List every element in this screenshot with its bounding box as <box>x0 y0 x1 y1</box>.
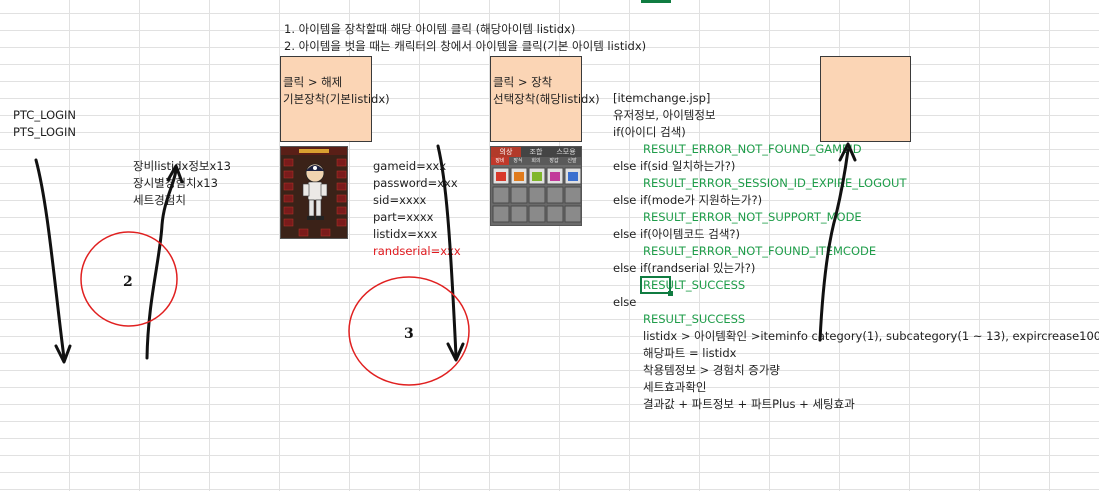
flow-result-1[interactable]: RESULT_ERROR_NOT_FOUND_GAMEID <box>643 141 862 158</box>
inventory-subtab: 회의 <box>531 158 541 164</box>
pts-login-cell[interactable]: PTS_LOGIN <box>13 124 76 141</box>
param-password[interactable]: password=xxx <box>373 175 458 192</box>
flow-else[interactable]: else <box>613 294 636 311</box>
flow-step-4[interactable]: 세트효과확인 <box>643 379 706 396</box>
character-figure-icon <box>281 147 347 238</box>
flow-result-2[interactable]: RESULT_ERROR_SESSION_ID_EXPIRE_LOGOUT <box>643 175 907 192</box>
flow-result-4[interactable]: RESULT_ERROR_NOT_FOUND_ITEMCODE <box>643 243 876 260</box>
active-cell-selection[interactable] <box>640 276 673 296</box>
inventory-tab: 스모용 <box>551 147 581 157</box>
unequip-box[interactable]: 클릭 > 해제 기본장착(기본listidx) <box>280 56 390 142</box>
inventory-slots-icon <box>491 165 581 225</box>
param-part[interactable]: part=xxxx <box>373 209 433 226</box>
info-line-3[interactable]: 세트경험치 <box>133 192 186 209</box>
inventory-tab: 의상 <box>491 147 521 157</box>
flow-user-info[interactable]: 유저정보, 아이템정보 <box>613 107 716 124</box>
flow-if-3[interactable]: else if(mode가 지원하는가?) <box>613 192 762 209</box>
inventory-tabs: 의상 조합 스모용 <box>491 147 581 157</box>
param-sid[interactable]: sid=xxxx <box>373 192 426 209</box>
flow-if-1[interactable]: if(아이디 검색) <box>613 124 686 141</box>
inventory-subtabs: 장비 장식 회의 장갑 신발 <box>491 157 581 165</box>
inventory-subtab: 장식 <box>513 158 523 164</box>
flow-step-5[interactable]: 결과값 + 파트정보 + 파트Plus + 세팅효과 <box>643 396 855 413</box>
result-box[interactable] <box>820 56 911 142</box>
param-randserial[interactable]: randserial=xxx <box>373 243 461 260</box>
flow-step-2[interactable]: 해당파트 = listidx <box>643 345 736 362</box>
flow-step-3[interactable]: 착용템정보 > 경험치 증가량 <box>643 362 780 379</box>
param-gameid[interactable]: gameid=xxx <box>373 158 446 175</box>
equip-box[interactable]: 클릭 > 장착 선택장착(해당listidx) <box>490 56 600 142</box>
equip-box-line-2: 선택장착(해당listidx) <box>493 92 600 106</box>
ptc-login-cell[interactable]: PTC_LOGIN <box>13 107 76 124</box>
inventory-subtab: 장비 <box>491 157 509 165</box>
unequip-box-line-1: 클릭 > 해제 <box>283 75 343 89</box>
info-line-2[interactable]: 장시별경험치x13 <box>133 175 218 192</box>
flow-step-1[interactable]: listidx > 아이템확인 >iteminfo category(1), s… <box>643 328 1099 345</box>
flow-result-6[interactable]: RESULT_SUCCESS <box>643 311 745 328</box>
unequip-box-line-2: 기본장착(기본listidx) <box>283 92 390 106</box>
selected-column-marker <box>641 0 671 3</box>
equip-box-line-1: 클릭 > 장착 <box>493 75 553 89</box>
character-window-image <box>280 146 348 239</box>
flow-if-5[interactable]: else if(randserial 있는가?) <box>613 260 755 277</box>
inventory-subtab: 신발 <box>567 158 577 164</box>
inventory-window-image: 의상 조합 스모용 장비 장식 회의 장갑 신발 <box>490 146 582 226</box>
note-line-2[interactable]: 2. 아이템을 벗을 때는 캐릭터의 창에서 아이템을 클릭(기본 아이템 li… <box>284 38 646 55</box>
inventory-tab: 조합 <box>521 147 551 157</box>
info-line-1[interactable]: 장비listidx정보x13 <box>133 158 231 175</box>
param-listidx[interactable]: listidx=xxx <box>373 226 437 243</box>
inventory-subtab: 장갑 <box>549 158 559 164</box>
note-line-1[interactable]: 1. 아이템을 장착할때 해당 아이템 클릭 (해당아이템 listidx) <box>284 21 575 38</box>
flow-if-4[interactable]: else if(아이템코드 검색?) <box>613 226 740 243</box>
flow-jsp-title[interactable]: [itemchange.jsp] <box>613 90 710 107</box>
flow-if-2[interactable]: else if(sid 일치하는가?) <box>613 158 735 175</box>
flow-result-3[interactable]: RESULT_ERROR_NOT_SUPPORT_MODE <box>643 209 862 226</box>
